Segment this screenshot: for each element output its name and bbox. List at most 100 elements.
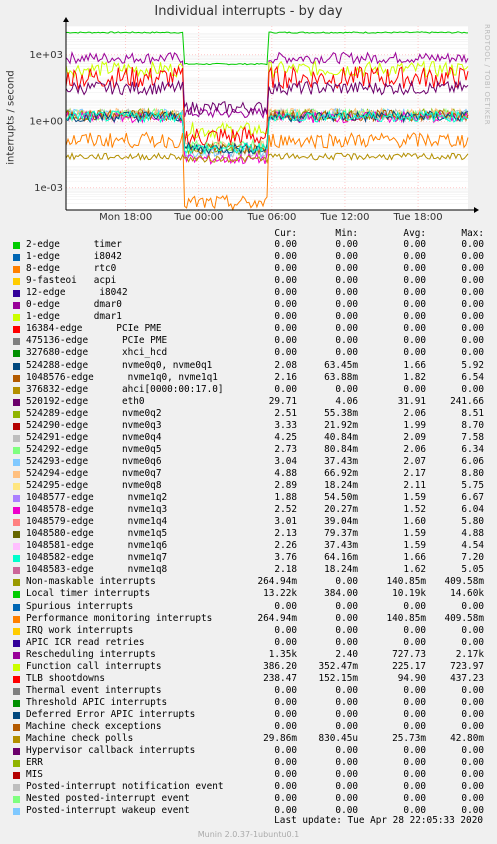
legend-row: 8-edge rtc0 0.00 0.00 0.00 0.00	[0, 263, 497, 275]
legend-label: 475136-edge PCIe PME	[26, 335, 168, 347]
value-max: 0.00	[461, 684, 484, 696]
legend-row: 327680-edge xhci_hcd 0.00 0.00 0.00 0.00	[0, 347, 497, 359]
legend-swatch	[13, 434, 20, 442]
legend-swatch	[13, 543, 20, 551]
legend-label: Hypervisor callback interrupts	[26, 745, 196, 757]
value-min: 0.00	[335, 745, 358, 757]
legend-label: 0-edge dmar0	[26, 299, 122, 311]
value-max: 6.67	[461, 492, 484, 504]
legend-row: 0-edge dmar0 0.00 0.00 0.00 0.00	[0, 299, 497, 311]
value-cur: 0.00	[274, 251, 297, 263]
value-min: 0.00	[335, 335, 358, 347]
legend-swatch	[13, 579, 20, 587]
value-avg: 1.60	[403, 516, 426, 528]
value-max: 437.23	[450, 672, 484, 684]
value-avg: 1.59	[403, 540, 426, 552]
value-cur: 1.35k	[268, 648, 297, 660]
value-max: 0.00	[461, 347, 484, 359]
legend-label: Rescheduling interrupts	[26, 648, 156, 660]
value-avg: 0.00	[403, 287, 426, 299]
value-min: 0.00	[335, 383, 358, 395]
legend-label: APIC ICR read retries	[26, 636, 145, 648]
value-min: 21.92m	[324, 419, 358, 431]
legend-row: Thermal event interrupts 0.00 0.00 0.00 0.00	[0, 685, 497, 697]
value-min: 63.88m	[324, 371, 358, 383]
legend-row: 475136-edge PCIe PME 0.00 0.00 0.00 0.00	[0, 335, 497, 347]
value-cur: 0.00	[274, 684, 297, 696]
value-cur: 264.94m	[257, 576, 297, 588]
legend-row: 524295-edge nvme0q8 2.89 18.24m 2.11 5.75	[0, 480, 497, 492]
legend-label: Posted-interrupt wakeup event	[26, 805, 190, 817]
value-min: 0.00	[335, 299, 358, 311]
value-cur: 264.94m	[257, 612, 297, 624]
value-max: 0.00	[461, 769, 484, 781]
value-min: 0.00	[335, 576, 358, 588]
legend-swatch	[13, 651, 20, 659]
value-cur: 0.00	[274, 323, 297, 335]
value-min: 80.84m	[324, 443, 358, 455]
plot-area: Mon 18:00 Tue 00:00 Tue 06:00 Tue 12:00 Tue …	[29, 17, 479, 223]
value-min: 20.27m	[324, 504, 358, 516]
value-cur: 0.00	[274, 793, 297, 805]
value-min: 152.15m	[318, 672, 358, 684]
value-min: 0.00	[335, 287, 358, 299]
legend-row: Function call interrupts 386.20 352.47m 225…	[0, 661, 497, 673]
legend-swatch	[13, 663, 20, 671]
value-min: 0.00	[335, 708, 358, 720]
value-cur: 29.86m	[263, 733, 297, 745]
legend-label: 524292-edge nvme0q5	[26, 443, 162, 455]
legend-swatch	[13, 374, 20, 382]
value-avg: 1.62	[403, 564, 426, 576]
legend-label: 1-edge dmar1	[26, 311, 122, 323]
value-avg: 0.00	[403, 299, 426, 311]
legend-row: Machine check exceptions 0.00 0.00 0.00 0.00	[0, 721, 497, 733]
value-avg: 225.17	[392, 660, 426, 672]
legend-label: 524288-edge nvme0q0, nvme0q1	[26, 359, 213, 371]
legend-swatch	[13, 615, 20, 623]
legend-row: 524288-edge nvme0q0, nvme0q1 2.08 63.45m 1.…	[0, 360, 497, 372]
value-max: 7.58	[461, 431, 484, 443]
legend-label: 524293-edge nvme0q6	[26, 455, 162, 467]
value-max: 6.34	[461, 443, 484, 455]
value-min: 0.00	[335, 721, 358, 732]
value-min: 0.00	[335, 769, 358, 781]
legend-label: 9-fasteoi acpi	[26, 275, 117, 287]
legend-swatch	[13, 290, 20, 298]
legend-swatch	[13, 314, 20, 322]
value-avg: 0.00	[403, 757, 426, 769]
legend-swatch	[13, 567, 20, 575]
value-cur: 0.00	[274, 757, 297, 769]
value-max: 0.00	[461, 600, 484, 612]
legend-row: 1048581-edge nvme1q6 2.26 37.43m 1.59 4.54	[0, 540, 497, 552]
value-max: 0.00	[461, 239, 484, 250]
value-avg: 0.00	[403, 636, 426, 648]
value-max: 0.00	[461, 383, 484, 395]
legend-label: 2-edge timer	[26, 239, 122, 250]
legend-label: ERR	[26, 757, 43, 769]
value-min: 0.00	[335, 636, 358, 648]
y-tick-label: 1e+03	[29, 50, 63, 61]
value-min: 79.37m	[324, 528, 358, 540]
legend-row: 1048580-edge nvme1q5 2.13 79.37m 1.59 4.88	[0, 528, 497, 540]
legend-label: Non-maskable interrupts	[26, 576, 156, 588]
value-max: 4.54	[461, 540, 484, 552]
value-cur: 0.00	[274, 600, 297, 612]
value-cur: 0.00	[274, 636, 297, 648]
value-max: 0.00	[461, 721, 484, 732]
value-max: 7.20	[461, 552, 484, 564]
legend-label: 8-edge rtc0	[26, 263, 117, 275]
legend-swatch	[13, 507, 20, 515]
value-max: 0.00	[461, 624, 484, 636]
legend-label: 12-edge i8042	[26, 287, 128, 299]
value-avg: 2.11	[403, 480, 426, 491]
legend-swatch	[13, 627, 20, 635]
value-min: 0.00	[335, 251, 358, 263]
legend-row: Non-maskable interrupts 264.94m 0.00 140.85…	[0, 576, 497, 588]
x-tick-label: Tue 12:00	[319, 212, 369, 223]
value-max: 8.51	[461, 407, 484, 419]
value-cur: 0.00	[274, 299, 297, 311]
legend-label: Function call interrupts	[26, 660, 162, 672]
value-max: 0.00	[461, 708, 484, 720]
legend-label: Machine check exceptions	[26, 721, 162, 732]
value-max: 0.00	[461, 311, 484, 323]
